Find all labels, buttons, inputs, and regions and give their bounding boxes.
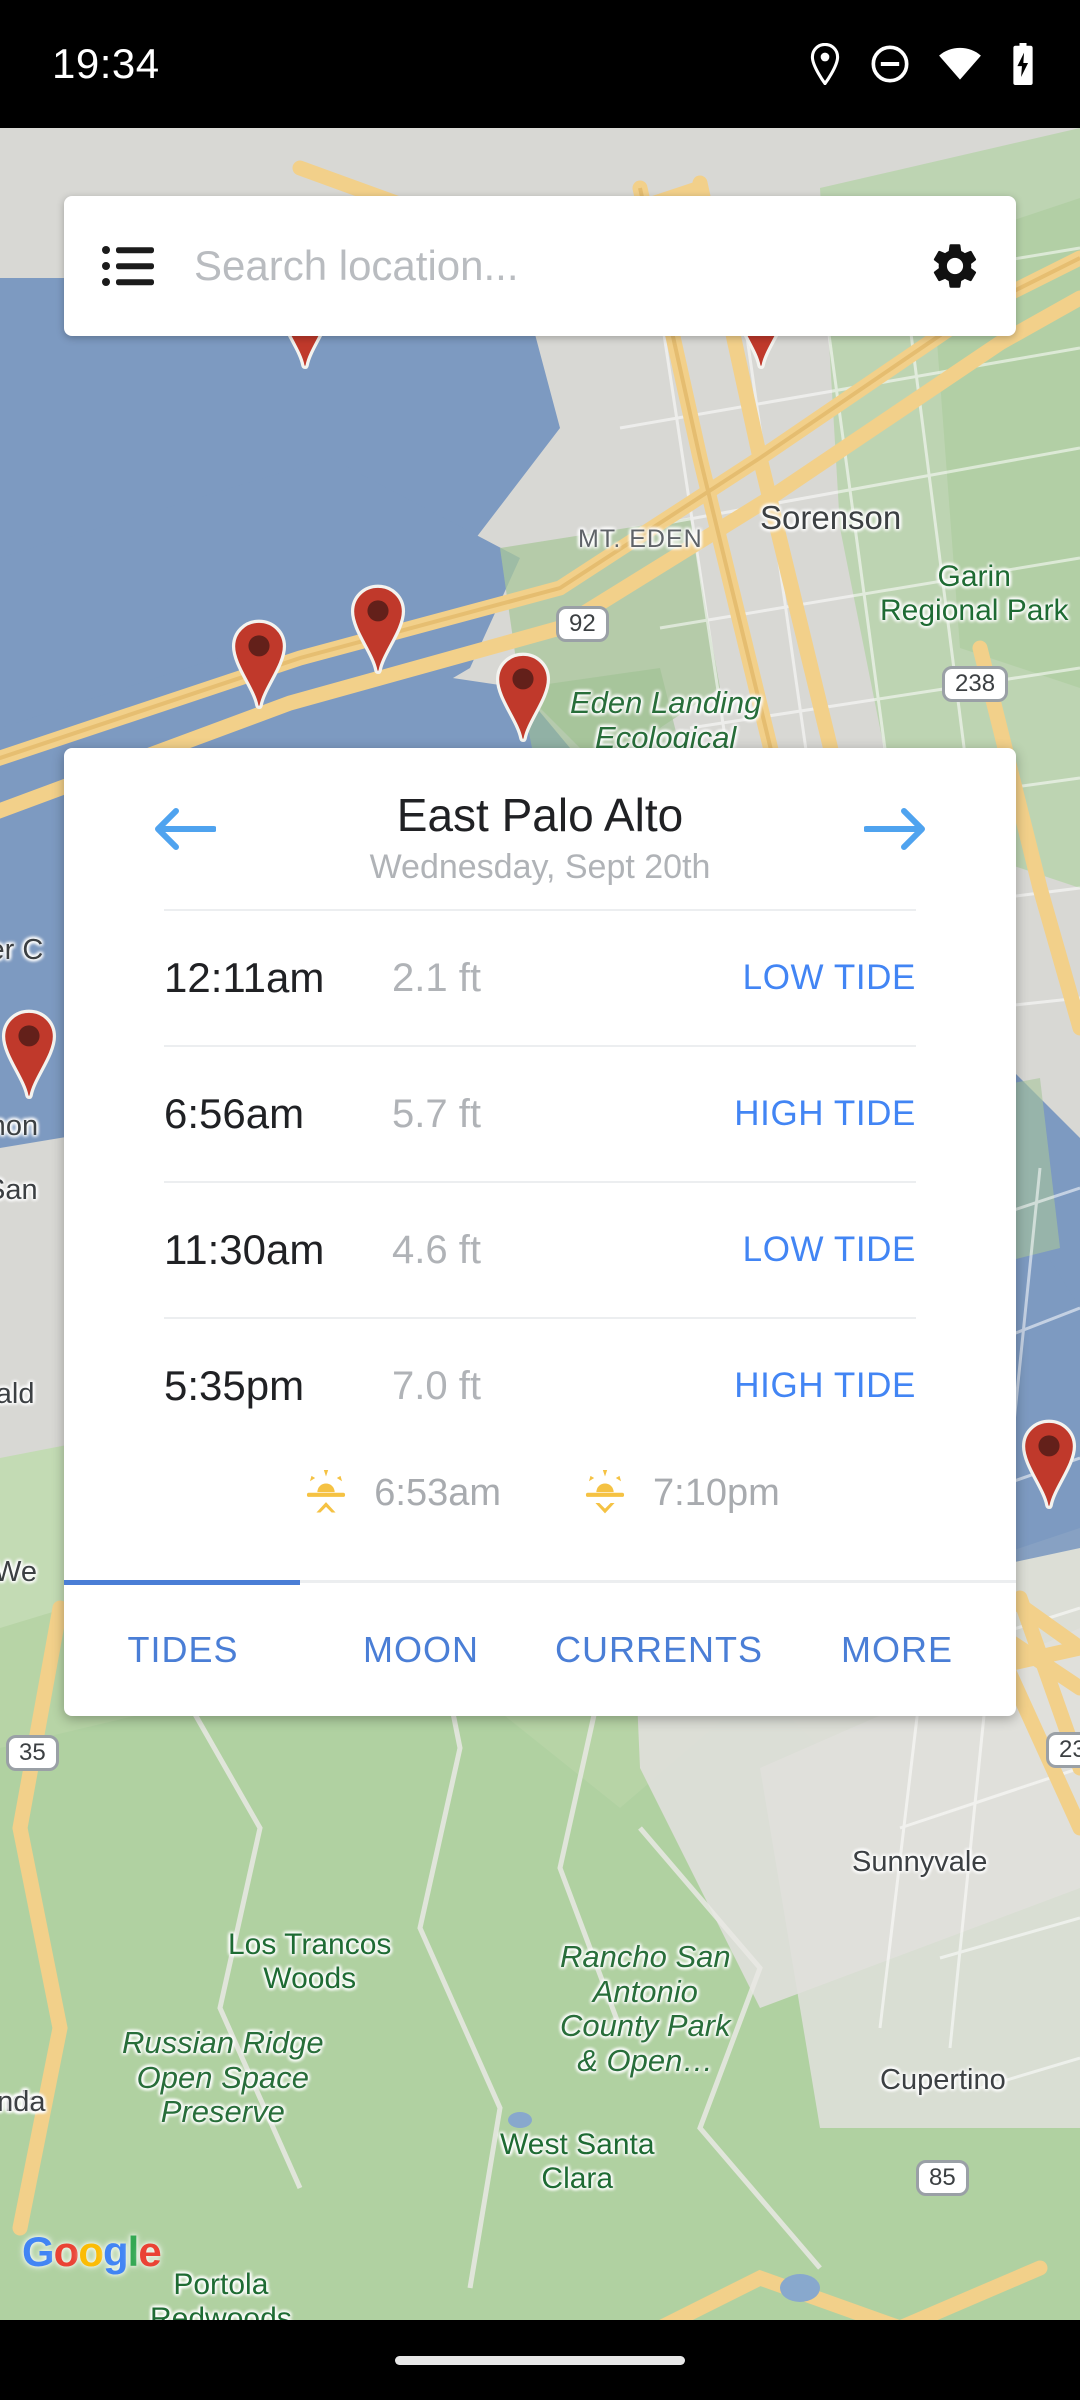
sunset-time: 7:10pm [653, 1471, 780, 1514]
google-logo: Google [22, 2228, 162, 2275]
list-menu-icon[interactable] [102, 243, 154, 289]
tide-type-badge: LOW TIDE [742, 958, 916, 998]
tide-row: 12:11am 2.1 ft LOW TIDE [164, 909, 916, 1045]
previous-day-button[interactable] [152, 805, 216, 853]
highway-shield: 238 [942, 666, 1009, 703]
map-marker-pin[interactable] [226, 618, 292, 710]
sunrise-item: 6:53am [300, 1467, 501, 1519]
sunset-icon [585, 1470, 625, 1514]
tide-time: 5:35pm [164, 1362, 305, 1410]
map-marker-pin[interactable] [490, 651, 556, 743]
status-bar-icons [808, 43, 1036, 85]
sunrise-time: 6:53am [374, 1471, 501, 1514]
tide-height: 7.0 ft [392, 1363, 481, 1408]
tide-row: 5:35pm 7.0 ft HIGH TIDE [164, 1317, 916, 1453]
card-tab-bar: TIDES MOON CURRENTS MORE [64, 1580, 1016, 1716]
active-tab-indicator [64, 1580, 300, 1585]
search-bar[interactable] [64, 196, 1016, 336]
tide-row: 6:56am 5.7 ft HIGH TIDE [164, 1045, 916, 1181]
map-marker-pin[interactable] [1016, 1418, 1080, 1510]
tide-time: 12:11am [164, 954, 325, 1002]
sunrise-icon [307, 1470, 346, 1513]
card-header: East Palo Alto Wednesday, Sept 20th [64, 748, 1016, 909]
map-marker-pin[interactable] [0, 1008, 62, 1100]
gear-icon[interactable] [928, 239, 982, 293]
tide-info-card: East Palo Alto Wednesday, Sept 20th 12:1… [64, 748, 1016, 1716]
status-bar-clock: 19:34 [52, 40, 160, 87]
search-input[interactable] [194, 242, 928, 290]
highway-shield: 23 [1046, 1732, 1080, 1769]
tab-more[interactable]: MORE [778, 1629, 1016, 1671]
highway-shield: 92 [556, 606, 609, 643]
location-pin-icon [810, 43, 840, 85]
tide-height: 4.6 ft [392, 1227, 481, 1272]
highway-shield: 35 [6, 1735, 59, 1772]
do-not-disturb-icon [871, 45, 909, 83]
gesture-pill[interactable] [395, 2355, 685, 2365]
tide-type-badge: HIGH TIDE [734, 1094, 916, 1134]
card-title-block: East Palo Alto Wednesday, Sept 20th [370, 788, 711, 887]
map-marker-pin[interactable] [345, 583, 411, 675]
sunset-item: 7:10pm [579, 1467, 780, 1519]
tide-type-badge: HIGH TIDE [734, 1366, 916, 1406]
wifi-icon [939, 47, 981, 80]
tide-height: 5.7 ft [392, 1091, 481, 1136]
selected-date: Wednesday, Sept 20th [369, 848, 711, 887]
tab-moon[interactable]: MOON [302, 1629, 540, 1671]
system-navigation-bar [0, 2320, 1080, 2400]
tide-time: 11:30am [164, 1226, 325, 1274]
tide-time: 6:56am [164, 1090, 305, 1138]
tide-height: 2.1 ft [392, 955, 481, 1000]
battery-charging-icon [1013, 43, 1033, 85]
location-name: East Palo Alto [396, 789, 684, 841]
tide-type-badge: LOW TIDE [742, 1230, 916, 1270]
tab-currents[interactable]: CURRENTS [540, 1629, 778, 1671]
highway-shield: 85 [916, 2160, 969, 2197]
tab-tides[interactable]: TIDES [64, 1629, 302, 1671]
tide-list: 12:11am 2.1 ft LOW TIDE 6:56am 5.7 ft HIGH TI… [64, 909, 1016, 1453]
phone-screen: Castro ValleyMT. EDENSorensonGarinRegion… [0, 0, 1080, 2400]
sun-times-row: 6:53am 7:10pm [64, 1467, 1016, 1529]
next-day-button[interactable] [864, 805, 928, 853]
tide-row: 11:30am 4.6 ft LOW TIDE [164, 1181, 916, 1317]
status-bar: 19:34 [0, 0, 1080, 128]
